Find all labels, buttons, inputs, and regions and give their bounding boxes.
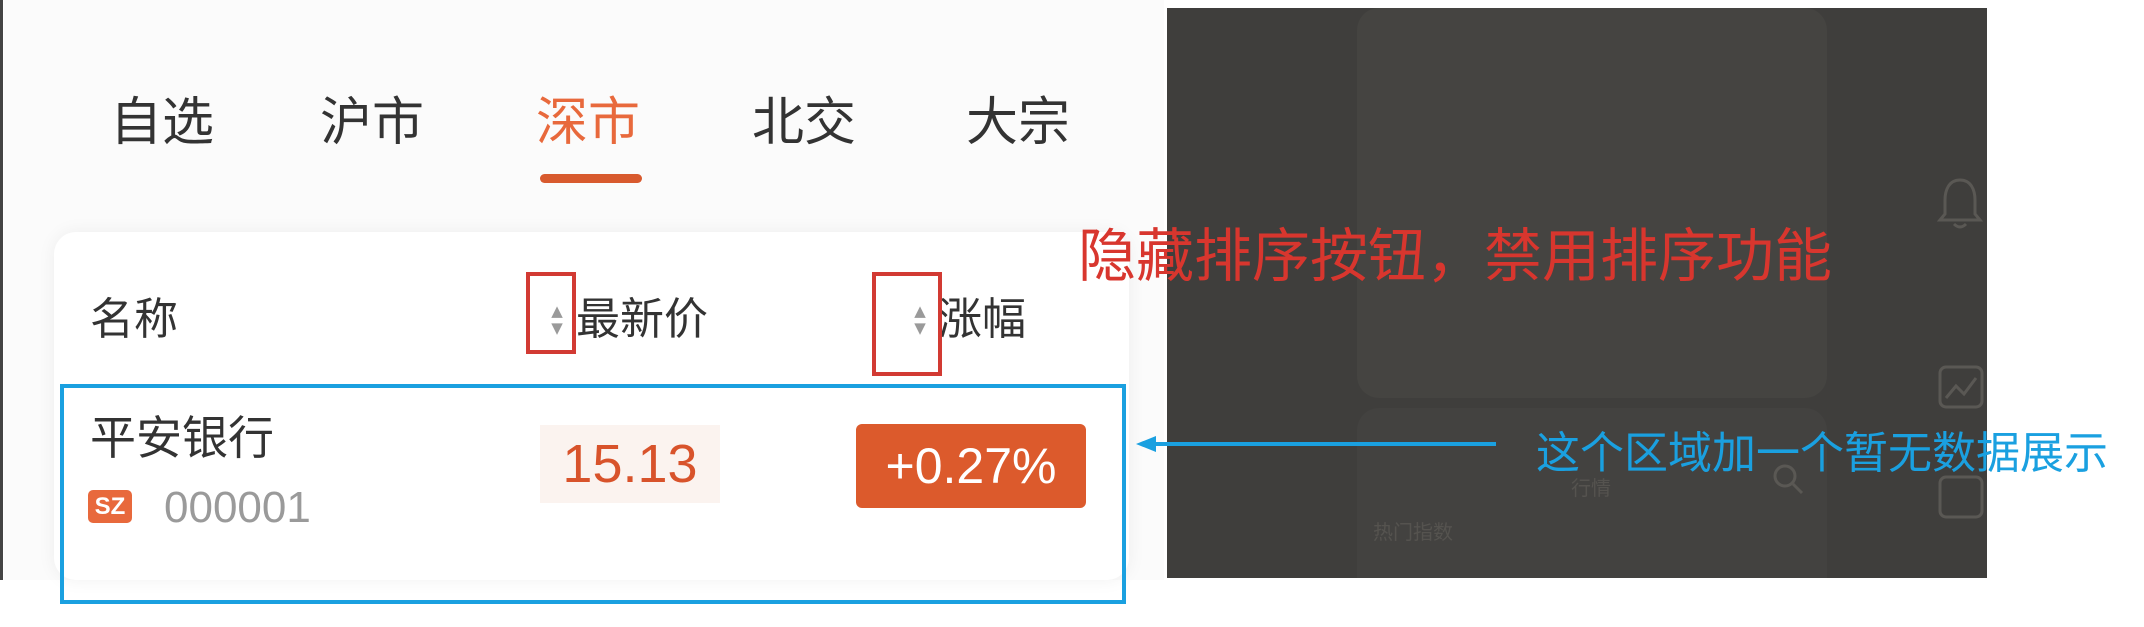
tab-block-trade[interactable]: 大宗 bbox=[966, 88, 1070, 158]
left-edge-line bbox=[0, 0, 3, 580]
sort-change-highlight bbox=[872, 272, 942, 376]
background-card bbox=[1357, 8, 1827, 398]
tab-shenzhen[interactable]: 深市 bbox=[536, 88, 640, 158]
market-tabs: 自选 沪市 深市 北交 大宗 bbox=[4, 88, 1164, 188]
column-header-change[interactable]: 涨幅 bbox=[938, 290, 1026, 350]
hot-index-label: 热门指数 bbox=[1373, 520, 1453, 544]
chart-icon bbox=[1938, 365, 1984, 409]
annotation-arrow-icon bbox=[1136, 436, 1496, 452]
column-header-name[interactable]: 名称 bbox=[90, 290, 178, 350]
bell-icon bbox=[1937, 178, 1983, 229]
tab-beijing[interactable]: 北交 bbox=[752, 88, 856, 158]
empty-state-annotation-note: 这个区域加一个暂无数据展示 bbox=[1536, 428, 2108, 479]
tab-watchlist[interactable]: 自选 bbox=[110, 88, 214, 158]
active-tab-indicator bbox=[540, 174, 642, 183]
column-header-price[interactable]: 最新价 bbox=[576, 290, 708, 350]
sort-annotation-note: 隐藏排序按钮，禁用排序功能 bbox=[1078, 222, 1833, 290]
tab-shanghai[interactable]: 沪市 bbox=[320, 88, 424, 158]
sort-price-highlight bbox=[526, 272, 576, 354]
empty-state-area-highlight bbox=[60, 384, 1126, 604]
